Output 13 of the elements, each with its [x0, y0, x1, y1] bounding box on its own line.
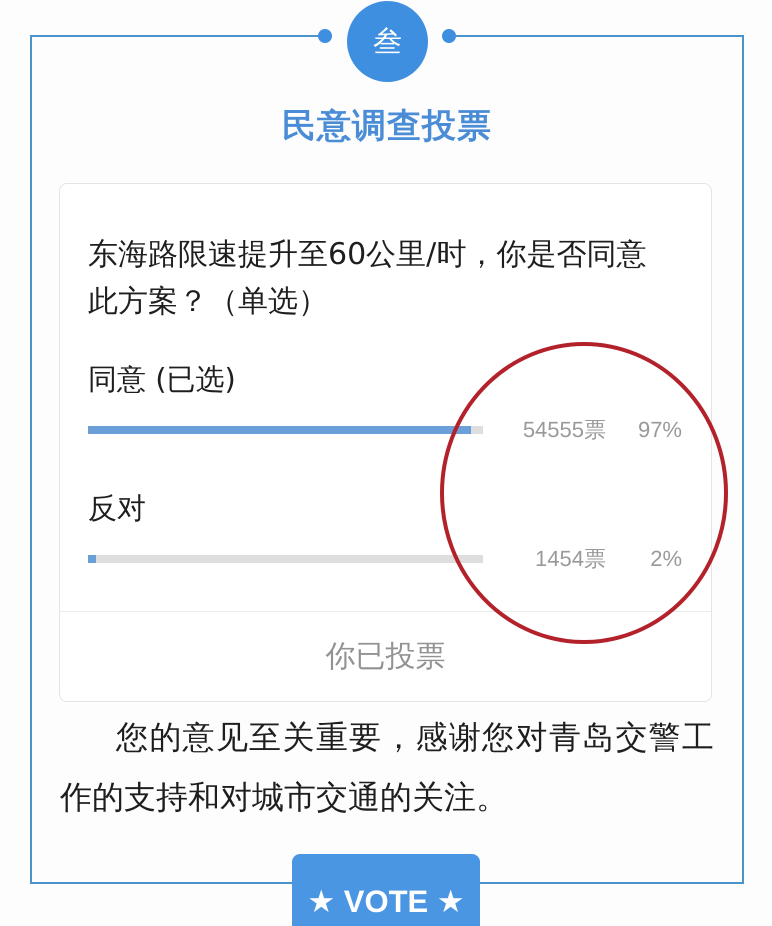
section-badge: 叁: [347, 1, 428, 82]
option-label: 反对: [88, 490, 147, 527]
vote-percentage: 97%: [636, 416, 682, 444]
vote-count: 1454票: [534, 545, 606, 573]
dot-icon: [442, 29, 456, 43]
dot-icon: [318, 29, 332, 43]
vote-count: 54555票: [522, 416, 606, 444]
thanks-paragraph: 您的意见至关重要，感谢您对青岛交警工作的支持和对城市交通的关注。: [60, 717, 714, 818]
vote-button[interactable]: ★ VOTE ★: [292, 854, 480, 926]
poll-question: 东海路限速提升至60公里/时，你是否同意此方案？（单选）: [88, 236, 648, 321]
option-label: 同意 (已选): [88, 361, 237, 398]
poll-title: 民意调查投票: [281, 105, 493, 148]
vote-percentage: 2%: [649, 545, 682, 573]
